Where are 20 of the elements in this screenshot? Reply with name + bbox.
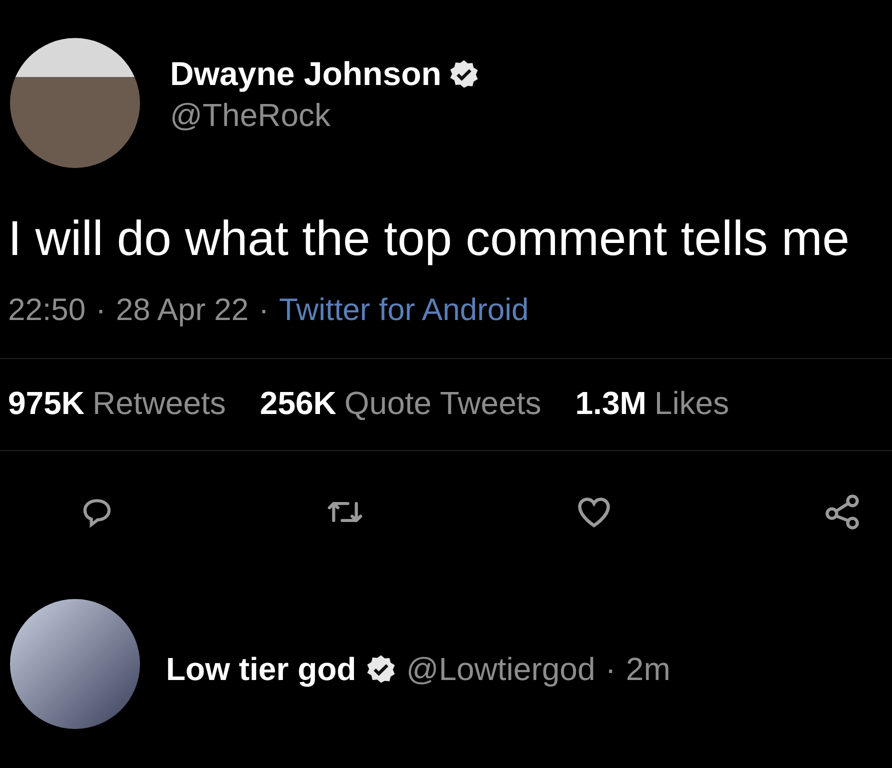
tweet-date: 28 Apr 22 xyxy=(116,292,249,328)
stat-count[interactable]: 256K xyxy=(260,385,336,422)
stat-count[interactable]: 975K xyxy=(8,385,84,422)
stat-label[interactable]: Quote Tweets xyxy=(344,385,542,422)
reply-author-name: Low tier god xyxy=(166,650,356,688)
stat-label[interactable]: Retweets xyxy=(92,385,226,422)
reply-time: 2m xyxy=(626,650,670,688)
author-handle: @TheRock xyxy=(170,96,332,134)
tweet-time: 22:50 xyxy=(8,292,86,328)
tweet-text: I will do what the top comment tells me xyxy=(7,211,851,268)
heart-icon[interactable] xyxy=(576,495,612,529)
source-link[interactable]: Twitter for Android xyxy=(278,292,529,328)
share-icon[interactable] xyxy=(824,493,862,531)
separator: · xyxy=(96,292,106,328)
stat-label[interactable]: Likes xyxy=(654,385,730,422)
stat-count[interactable]: 1.3M xyxy=(575,385,646,422)
author-name: Dwayne Johnson xyxy=(170,54,442,92)
separator: · xyxy=(605,650,616,688)
separator: · xyxy=(258,292,269,328)
reply-author-handle: @Lowtiergod xyxy=(406,650,596,688)
